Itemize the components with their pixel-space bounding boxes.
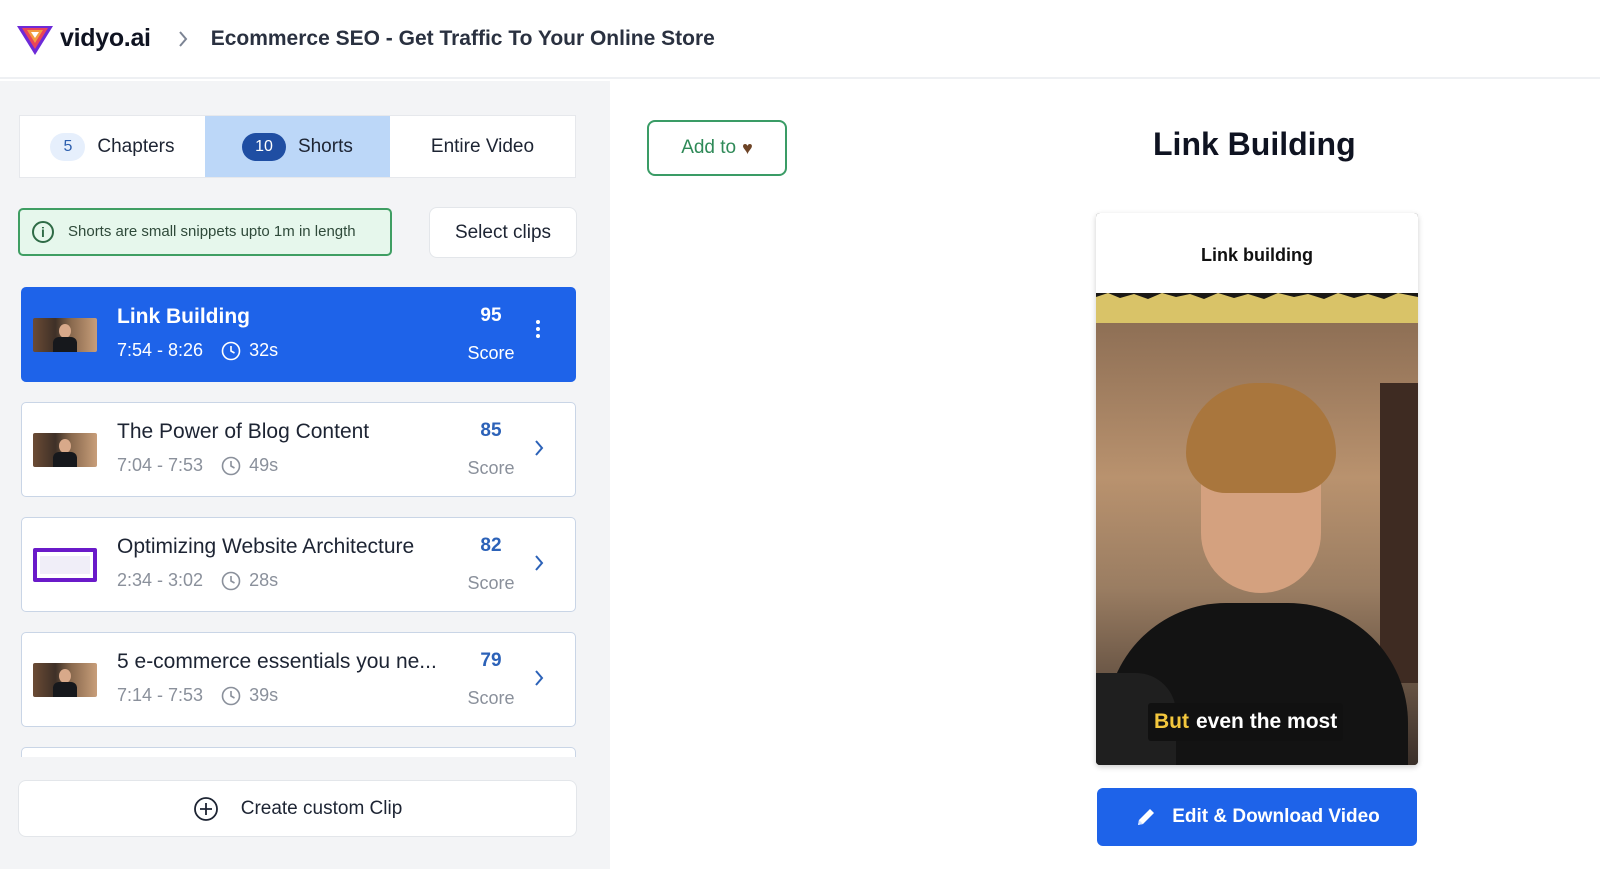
clip-meta: 2:34 - 3:02 28s [117, 570, 278, 591]
video-overlay-title: Link building [1201, 245, 1313, 265]
chevron-right-icon[interactable] [534, 554, 544, 577]
clip-item[interactable]: The Power of Blog Content 7:04 - 7:53 49… [21, 402, 576, 497]
select-clips-button[interactable]: Select clips [429, 207, 577, 258]
tab-label: Entire Video [430, 135, 535, 157]
clip-duration: 28s [249, 570, 279, 590]
add-to-button[interactable]: Add to ♥ [647, 120, 787, 176]
kebab-icon[interactable] [534, 318, 542, 345]
clip-time-range: 2:34 - 3:02 [117, 570, 204, 590]
clip-score-label: Score [467, 343, 515, 363]
clip-score: 95 [480, 305, 502, 326]
chapters-count-badge: 5 [50, 132, 86, 161]
tab-chapters[interactable]: 5 Chapters [20, 116, 205, 177]
clip-title: Link Building [117, 305, 250, 328]
clip-score: 85 [480, 420, 502, 441]
tab-shorts[interactable]: 10 Shorts [205, 116, 390, 177]
clip-meta: 7:14 - 7:53 39s [117, 685, 278, 706]
clock-icon [221, 686, 241, 706]
clip-score: 82 [480, 535, 502, 556]
clip-item[interactable] [21, 747, 576, 757]
plus-circle-icon [193, 796, 219, 822]
edit-download-button[interactable]: Edit & Download Video [1097, 788, 1417, 846]
edit-download-label: Edit & Download Video [1172, 806, 1380, 827]
clip-thumbnail [33, 433, 97, 467]
chevron-right-icon[interactable] [534, 439, 544, 462]
video-caption: But even the most [1148, 703, 1344, 741]
clip-item[interactable]: Optimizing Website Architecture 2:34 - 3… [21, 517, 576, 612]
clip-title: The Power of Blog Content [117, 420, 370, 443]
breadcrumb-title[interactable]: Ecommerce SEO - Get Traffic To Your Onli… [211, 27, 715, 51]
tab-entire-video[interactable]: Entire Video [390, 116, 575, 177]
video-frame: But even the most [1096, 323, 1418, 765]
tab-label: Shorts [297, 135, 353, 157]
torn-paper-edge [1096, 293, 1418, 325]
info-text: Shorts are small snippets upto 1m in len… [68, 223, 356, 240]
caption-text: even the most [1196, 710, 1338, 733]
clips-panel: 5 Chapters 10 Shorts Entire Video i Shor… [0, 81, 610, 869]
caption-highlight: But [1154, 710, 1189, 733]
clip-item[interactable]: 5 e-commerce essentials you ne... 7:14 -… [21, 632, 576, 727]
clip-title: Optimizing Website Architecture [117, 535, 415, 558]
clip-meta: 7:04 - 7:53 49s [117, 455, 278, 476]
add-to-label: Add to [681, 137, 737, 158]
video-preview[interactable]: Link building But even the most [1096, 213, 1418, 765]
pencil-icon [1134, 805, 1158, 829]
create-custom-clip-button[interactable]: Create custom Clip [18, 780, 577, 837]
clip-score-label: Score [467, 688, 515, 708]
clip-score: 79 [480, 650, 502, 671]
chevron-right-icon[interactable] [534, 669, 544, 692]
clip-score-label: Score [467, 573, 515, 593]
heart-icon: ♥ [742, 137, 753, 158]
clip-meta: 7:54 - 8:26 32s [117, 340, 278, 361]
clock-icon [221, 456, 241, 476]
clip-thumbnail [33, 548, 97, 582]
logo[interactable]: vidyo.ai [16, 22, 151, 56]
vidyo-logo-icon [17, 25, 53, 55]
info-banner: i Shorts are small snippets upto 1m in l… [18, 208, 392, 256]
brand-name: vidyo.ai [60, 24, 151, 52]
clip-duration: 39s [249, 685, 279, 705]
clip-score-label: Score [467, 458, 515, 478]
clip-time-range: 7:54 - 8:26 [117, 340, 204, 360]
clip-duration: 49s [249, 455, 279, 475]
clock-icon [221, 571, 241, 591]
clip-title: 5 e-commerce essentials you ne... [117, 650, 437, 673]
clip-time-range: 7:14 - 7:53 [117, 685, 204, 705]
clip-list: Link Building 7:54 - 8:26 32s 95 Score T… [21, 287, 577, 757]
clip-duration: 32s [249, 340, 279, 360]
clip-thumbnail [33, 318, 97, 352]
clip-tabs: 5 Chapters 10 Shorts Entire Video [19, 115, 576, 178]
top-header: vidyo.ai Ecommerce SEO - Get Traffic To … [0, 0, 1600, 79]
clip-time-range: 7:04 - 7:53 [117, 455, 204, 475]
create-custom-clip-label: Create custom Clip [240, 797, 403, 819]
chevron-right-icon [177, 30, 189, 48]
info-icon: i [32, 221, 54, 243]
preview-title: Link Building [1153, 126, 1356, 162]
clip-thumbnail [33, 663, 97, 697]
tab-label: Chapters [97, 135, 175, 157]
clock-icon [221, 341, 241, 361]
shorts-count-badge: 10 [242, 132, 286, 161]
clip-item[interactable]: Link Building 7:54 - 8:26 32s 95 Score [21, 287, 576, 382]
